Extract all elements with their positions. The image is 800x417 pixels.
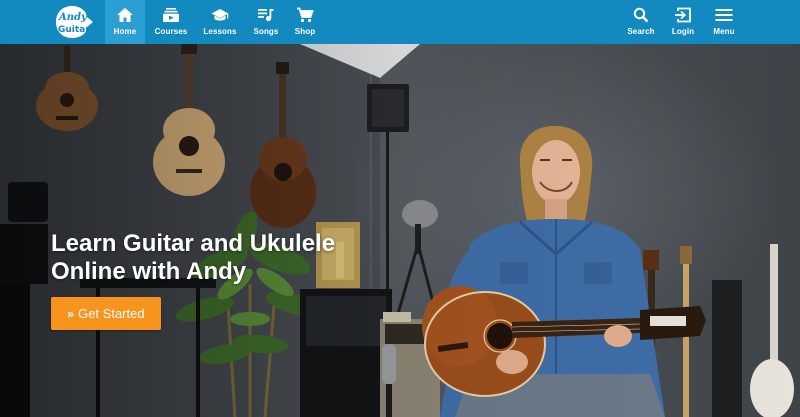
svg-text:Guitar: Guitar <box>58 25 90 35</box>
home-icon <box>117 8 133 22</box>
get-started-button[interactable]: » Get Started <box>51 297 161 330</box>
nav-shop-label: Shop <box>294 27 316 36</box>
andy-guitar-logo[interactable]: Andy Guitar <box>50 3 94 41</box>
top-navbar: Andy Guitar Home Courses Lessons Songs S… <box>0 0 800 44</box>
hero-title: Learn Guitar and Ukulele Online with And… <box>51 230 336 285</box>
nav-songs[interactable]: Songs <box>247 0 285 44</box>
nav-shop[interactable]: Shop <box>290 0 320 44</box>
nav-home-label: Home <box>113 27 137 36</box>
lessons-icon <box>211 9 229 21</box>
svg-text:Andy: Andy <box>58 12 88 23</box>
nav-login-label: Login <box>671 27 695 36</box>
nav-courses-label: Courses <box>154 27 188 36</box>
search-icon <box>633 7 649 23</box>
nav-menu-label: Menu <box>713 27 735 36</box>
nav-lessons[interactable]: Lessons <box>199 0 241 44</box>
hero-section: Learn Guitar and Ukulele Online with And… <box>0 44 800 417</box>
songs-icon <box>258 9 274 22</box>
double-chevron-icon: » <box>67 306 74 321</box>
nav-search[interactable]: Search <box>624 0 658 44</box>
nav-lessons-label: Lessons <box>203 27 237 36</box>
nav-home[interactable]: Home <box>105 0 145 44</box>
cart-icon <box>297 7 314 23</box>
nav-songs-label: Songs <box>253 27 279 36</box>
nav-login[interactable]: Login <box>667 0 699 44</box>
nav-menu[interactable]: Menu <box>707 0 741 44</box>
courses-icon <box>163 8 179 22</box>
nav-courses[interactable]: Courses <box>150 0 192 44</box>
nav-search-label: Search <box>627 27 655 36</box>
get-started-label: Get Started <box>78 306 145 321</box>
login-icon <box>675 7 691 23</box>
menu-icon <box>715 9 733 21</box>
